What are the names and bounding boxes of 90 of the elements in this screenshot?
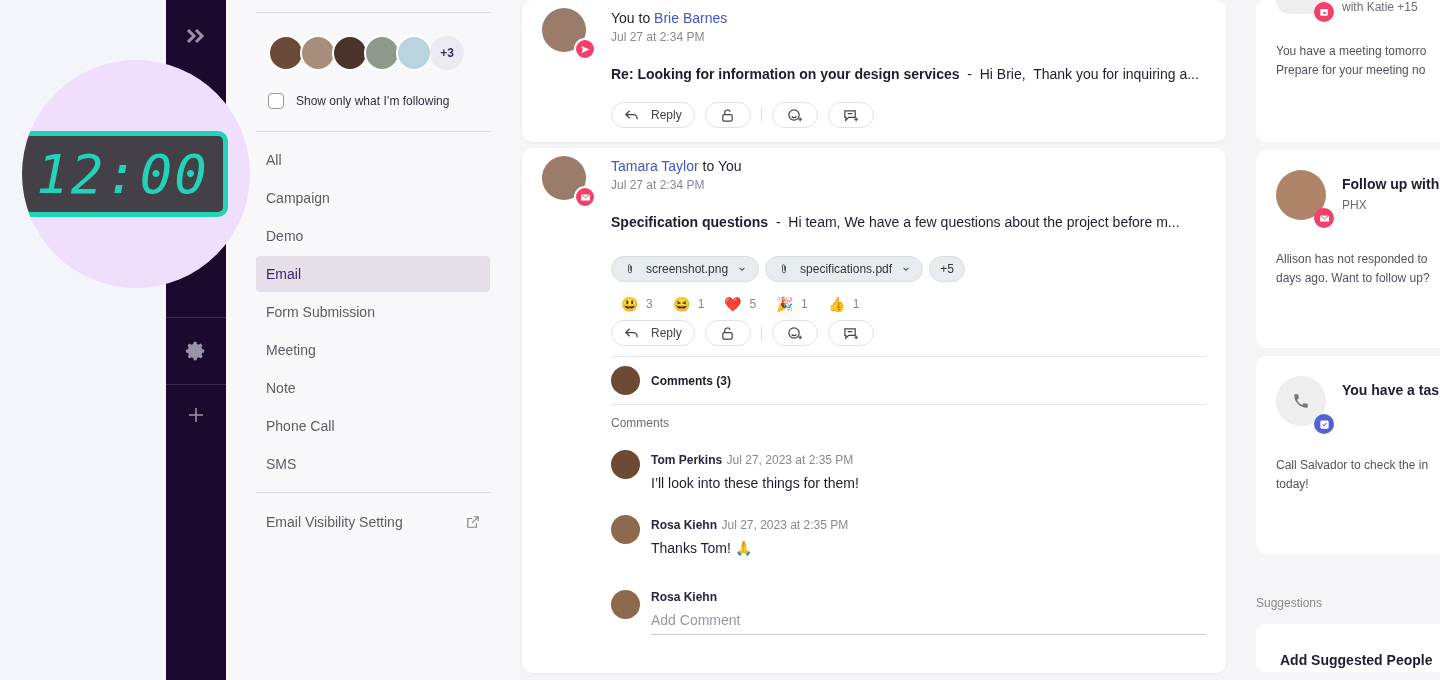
message-badge-icon [574,38,596,60]
external-link-icon[interactable] [466,515,480,529]
reaction[interactable]: 😃 3 [621,296,653,312]
message-time: Jul 27 at 2:34 PM [611,30,706,44]
reaction-count: 1 [852,297,860,311]
filter-item[interactable]: Email [256,256,490,292]
filter-item[interactable]: Form Submission [256,294,490,330]
message-badge-icon [574,186,596,208]
filter-item[interactable]: Note [256,370,490,406]
filter-item[interactable]: Phone Call [256,408,490,444]
double-chevron-icon[interactable] [186,28,206,44]
more-followers-count[interactable]: +3 [430,36,464,70]
message-summary: Re: Looking for information on your design services - Hi Brie, Thank you for inquiring a... [611,66,1200,82]
filter-item[interactable]: All [256,142,490,178]
lock-icon [720,107,736,123]
filter-item[interactable]: SMS [256,446,490,482]
comment-input-field[interactable]: Add Comment [651,604,1206,635]
comment-author: Tom Perkins [651,453,723,467]
card-title: You have a tas [1342,382,1439,398]
plus-icon[interactable] [188,407,204,423]
add-reaction-button[interactable] [771,102,818,128]
card-badge-icon [1314,414,1334,434]
card-subtitle: PHX [1342,198,1368,212]
comments-toggle[interactable]: Comments (3) [651,373,731,388]
reaction-count: 5 [749,297,757,311]
suggestion-title: Add Suggested People [1280,652,1434,668]
card-text: Call Salvador to check the in [1276,457,1430,474]
lock-button[interactable] [704,102,751,128]
reaction[interactable]: 🎉 1 [776,296,808,312]
smiley-plus-icon [787,107,803,123]
attachment-name: screenshot.png [646,262,729,276]
reaction-emoji: 🎉 [776,296,794,312]
add-reaction-button[interactable] [771,320,818,346]
attachment-name: specifications.pdf [800,262,893,276]
card-text: Prepare for your meeting no [1276,62,1427,79]
caret-icon [902,265,911,273]
checkbox-label: Show only what I’m following [296,94,450,108]
card-text: You have a meeting tomorro [1276,43,1428,60]
reaction[interactable]: 😆 1 [672,296,705,312]
reaction-emoji: ❤ [724,296,742,312]
filter-item[interactable]: Campaign [256,180,490,216]
settings-icon[interactable] [185,340,207,362]
visibility-setting-link[interactable]: Email Visibility Setting [266,514,403,530]
sender-link[interactable]: Tamara Taylor [611,158,699,174]
comment-time: Jul 27, 2023 at 2:35 PM [721,518,849,532]
reaction-emoji: 😆 [672,296,690,312]
lock-button[interactable] [704,320,751,346]
attachment-chip[interactable]: specifications.pdf [765,256,924,282]
add-comment-button[interactable] [827,102,874,128]
card-subtitle: with Katie +15 [1342,0,1418,14]
add-comment-button[interactable] [827,320,874,346]
comment-time: Jul 27, 2023 at 2:35 PM [726,453,854,467]
comments-heading: Comments [611,416,670,430]
filter-item[interactable]: Meeting [256,332,490,368]
comment-plus-icon [843,325,859,341]
reaction[interactable]: 👍 1 [827,296,860,312]
recipient-name: You [717,158,742,174]
card-text: days ago. Want to follow up? [1276,270,1431,287]
recipient-link[interactable]: Brie Barnes [654,10,728,26]
reaction-emoji: 😃 [621,296,638,312]
card-title: Follow up with [1342,176,1440,192]
reaction-emoji: 👍 [827,296,845,312]
more-attachments-button[interactable]: +5 [929,256,965,282]
lock-icon [720,325,736,341]
reaction-count: 3 [646,297,653,311]
caret-icon [738,265,747,273]
message-summary: Specification questions - Hi team, We have a few questions about the project before m... [611,214,1181,230]
sender-name: You [611,10,635,26]
clock-time: 12:00 [36,142,209,206]
comment-plus-icon [843,107,859,123]
attachment-chip[interactable]: screenshot.png [611,256,760,282]
connector-text: to [638,10,651,26]
reaction[interactable]: ❤ 5 [724,296,757,312]
message-time: Jul 27 at 2:34 PM [611,178,706,192]
card-badge-icon [1314,208,1334,228]
comment-text: Thanks Tom! 🙏 [651,540,753,556]
filter-item[interactable]: Demo [256,218,490,254]
comment-text: I’ll look into these things for them! [651,475,859,491]
card-text: today! [1276,476,1310,493]
checkbox[interactable] [268,93,284,109]
reply-button[interactable]: Reply [611,320,695,346]
comment-author: Rosa Kiehn [651,518,717,532]
section-label: Suggestions [1256,596,1324,610]
comment-author: Rosa Kiehn [651,590,718,604]
connector-text: to [702,158,715,174]
card-text: Allison has not responded to [1276,251,1429,268]
reaction-count: 1 [801,297,808,311]
smiley-plus-icon [787,325,803,341]
reaction-count: 1 [697,297,705,311]
reply-button[interactable]: Reply [611,102,695,128]
